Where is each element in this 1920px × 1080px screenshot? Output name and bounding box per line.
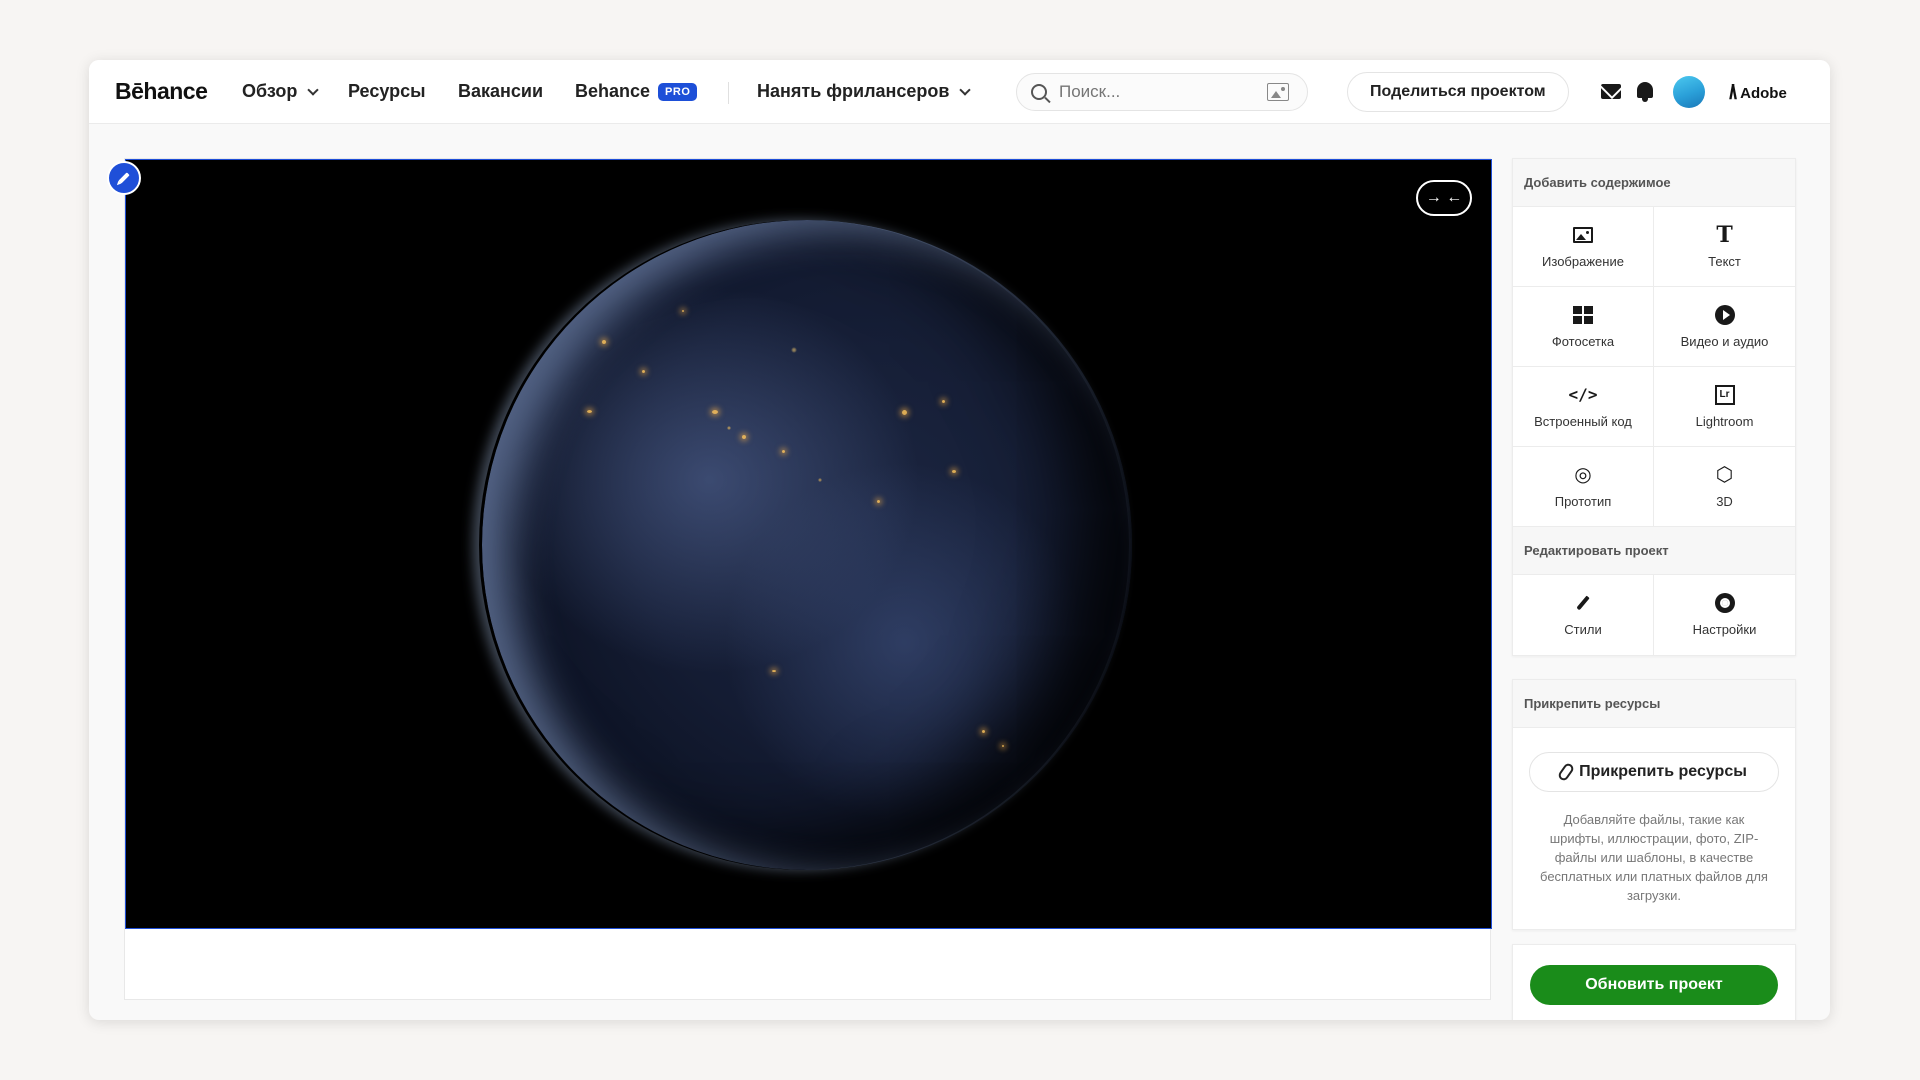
play-icon (1714, 304, 1736, 325)
top-navigation: Bēhance Обзор Ресурсы Вакансии Behance P… (89, 60, 1830, 124)
nav-browse-label: Обзор (242, 81, 298, 101)
add-embed-code-tile[interactable]: </> Встроенный код (1513, 367, 1654, 447)
styles-tile[interactable]: Стили (1513, 575, 1654, 655)
brush-icon (1572, 593, 1594, 613)
tile-label: Lightroom (1695, 413, 1754, 429)
city-lights (782, 450, 785, 453)
nav-hire-freelancers[interactable]: Нанять фрилансеров (757, 81, 972, 102)
paperclip-icon (1556, 761, 1576, 783)
tile-label: Настройки (1692, 622, 1757, 637)
add-video-audio-tile[interactable]: Видео и аудио (1654, 287, 1795, 367)
text-icon: T (1716, 221, 1733, 248)
adobe-label: Adobe (1740, 85, 1787, 102)
lightroom-glyph: Lr (1714, 384, 1735, 405)
cube-icon: ⬡ (1715, 464, 1734, 486)
nav-behance-pro[interactable]: Behance PRO (575, 81, 698, 102)
chevron-down-icon (307, 83, 320, 96)
mail-icon[interactable] (1601, 84, 1621, 99)
attach-description: Добавляйте файлы, такие как шрифты, иллю… (1540, 812, 1768, 903)
tile-label: Текст (1708, 253, 1741, 269)
prototype-icon: ◎ (1574, 464, 1592, 486)
add-lightroom-tile[interactable]: Lr Lightroom (1654, 367, 1795, 447)
tile-label: Видео и аудио (1680, 333, 1769, 349)
settings-tile[interactable]: Настройки (1654, 575, 1795, 655)
bell-icon[interactable] (1637, 82, 1653, 102)
nav-behance-pro-label: Behance (575, 81, 651, 101)
tile-label: Стили (1564, 622, 1602, 637)
adobe-link[interactable]: /\ Adobe (1729, 82, 1787, 105)
city-lights (682, 310, 684, 312)
collapse-media-button[interactable]: → ← (1416, 180, 1472, 216)
edit-project-grid: Стили Настройки (1513, 575, 1795, 655)
attach-body: Прикрепить ресурсы Добавляйте файлы, так… (1513, 728, 1795, 929)
city-lights (742, 435, 746, 439)
city-lights (1002, 745, 1004, 747)
attach-resources-button[interactable]: Прикрепить ресурсы (1529, 752, 1779, 792)
city-lights (952, 470, 956, 473)
city-lights (712, 410, 718, 414)
add-image-tile[interactable]: Изображение (1513, 207, 1654, 287)
video-module[interactable]: → ← (125, 159, 1492, 929)
nav-resources[interactable]: Ресурсы (348, 81, 426, 102)
update-project-button[interactable]: Обновить проект (1530, 965, 1778, 1005)
nav-resources-label: Ресурсы (348, 81, 426, 101)
attach-resources-panel: Прикрепить ресурсы Прикрепить ресурсы До… (1512, 679, 1796, 930)
city-lights (902, 410, 907, 415)
nav-divider (728, 82, 729, 104)
city-lights (587, 410, 592, 413)
earth-night-globe-image (482, 220, 1132, 870)
add-prototype-tile[interactable]: ◎ Прототип (1513, 447, 1654, 527)
attach-resources-label: Прикрепить ресурсы (1579, 763, 1747, 780)
adobe-logo-icon: /\ (1729, 82, 1737, 104)
project-canvas: → ← (124, 158, 1492, 1000)
chevron-down-icon (959, 83, 972, 96)
nav-browse[interactable]: Обзор (242, 81, 320, 102)
image-icon (1572, 225, 1594, 245)
tile-label: Прототип (1554, 493, 1612, 509)
attach-resources-title: Прикрепить ресурсы (1513, 680, 1795, 728)
tile-label: Изображение (1542, 253, 1624, 269)
search-input[interactable] (1059, 82, 1259, 102)
search-bar (1016, 73, 1308, 111)
city-lights (602, 340, 606, 344)
pro-badge: PRO (658, 82, 698, 101)
add-text-tile[interactable]: T Текст (1654, 207, 1795, 287)
image-search-icon[interactable] (1267, 83, 1289, 101)
tile-label: 3D (1716, 493, 1733, 509)
city-lights (772, 670, 776, 672)
city-lights (982, 730, 985, 733)
update-panel: Обновить проект (1512, 944, 1796, 1020)
avatar[interactable] (1673, 76, 1705, 108)
search-icon (1031, 84, 1047, 100)
city-lights (942, 400, 945, 403)
add-content-title: Добавить содержимое (1513, 159, 1795, 207)
lightroom-icon: Lr (1714, 384, 1736, 405)
code-icon: </> (1568, 385, 1598, 404)
pencil-icon (118, 172, 130, 184)
edit-project-title: Редактировать проект (1513, 527, 1795, 575)
add-3d-tile[interactable]: ⬡ 3D (1654, 447, 1795, 527)
add-content-grid: Изображение T Текст Фотосетка Видео и ау… (1513, 207, 1795, 527)
gear-icon (1714, 593, 1736, 613)
tile-label: Фотосетка (1551, 333, 1615, 349)
share-project-button[interactable]: Поделиться проектом (1347, 72, 1569, 112)
city-lights (877, 500, 880, 503)
add-content-panel: Добавить содержимое Изображение T Текст … (1512, 158, 1796, 656)
photo-grid-icon (1572, 305, 1594, 325)
nav-hire-label: Нанять фрилансеров (757, 81, 950, 101)
app-window: Bēhance Обзор Ресурсы Вакансии Behance P… (89, 60, 1830, 1020)
tile-label: Встроенный код (1534, 413, 1632, 429)
nav-jobs[interactable]: Вакансии (458, 81, 543, 102)
edit-pencil-button[interactable] (107, 161, 141, 195)
behance-logo[interactable]: Bēhance (115, 78, 208, 105)
add-photo-grid-tile[interactable]: Фотосетка (1513, 287, 1654, 367)
city-lights (642, 370, 645, 373)
nav-jobs-label: Вакансии (458, 81, 544, 101)
